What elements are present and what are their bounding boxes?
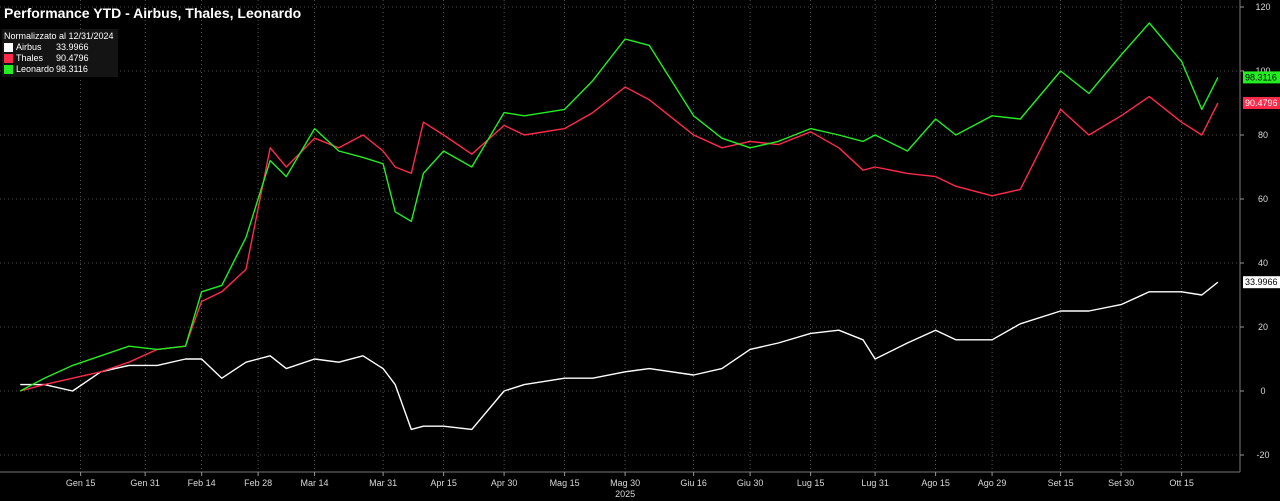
y-tick-label: 60 <box>1258 194 1268 204</box>
x-tick-label: Mag 30 <box>610 478 640 488</box>
x-tick-label: Mar 14 <box>301 478 329 488</box>
x-tick-label: Feb 14 <box>188 478 216 488</box>
x-tick-label: Apr 15 <box>430 478 457 488</box>
x-tick-label: Lug 15 <box>797 478 825 488</box>
badge-value-leonardo: 98.3116 <box>1245 72 1277 82</box>
legend-swatch-airbus <box>4 43 13 52</box>
series-line-leonardo <box>19 22 1219 392</box>
legend-item-airbus: Airbus 33.9966 <box>4 42 114 53</box>
x-tick-label: Apr 30 <box>491 478 518 488</box>
x-tick-label: Ott 15 <box>1169 478 1194 488</box>
badge-value-airbus: 33.9966 <box>1245 277 1278 287</box>
legend-name-thales: Thales <box>16 53 44 63</box>
y-tick-label: 80 <box>1258 130 1268 140</box>
chart-title: Performance YTD - Airbus, Thales, Leonar… <box>4 5 302 21</box>
series-line-thales <box>20 86 1219 392</box>
x-tick-label: Feb 28 <box>244 478 272 488</box>
x-tick-label: Giu 30 <box>737 478 764 488</box>
legend-note: Normalizzato al 12/31/2024 <box>4 31 114 41</box>
x-tick-label: Set 15 <box>1048 478 1074 488</box>
x-tick-label: Mar 31 <box>369 478 397 488</box>
grid-lines <box>0 0 1240 472</box>
y-tick-label: -20 <box>1256 450 1269 460</box>
legend-value-leonardo: 98.3116 <box>56 64 88 74</box>
y-tick-label: 40 <box>1258 258 1268 268</box>
chart-svg: Gen 15 Gen 31 Feb 14 Feb 28 Mar 14 Mar 31 Apr … <box>0 0 1280 499</box>
x-tick-label: Giu 16 <box>680 478 707 488</box>
x-tick-label: Mag 15 <box>550 478 580 488</box>
legend-value-thales: 90.4796 <box>56 53 89 63</box>
x-tick-label: Gen 31 <box>130 478 160 488</box>
series-lines <box>19 22 1219 431</box>
legend-item-thales: Thales 90.4796 <box>4 53 114 64</box>
y-axis: -20020406080100120 <box>1239 0 1271 472</box>
legend-item-leonardo: Leonardo 98.3116 <box>4 64 114 75</box>
x-tick-label: Ago 15 <box>921 478 950 488</box>
legend-name-leonardo: Leonardo <box>16 64 55 74</box>
legend-value-airbus: 33.9966 <box>56 42 89 52</box>
x-tick-label: Ago 29 <box>978 478 1007 488</box>
x-axis: Gen 15 Gen 31 Feb 14 Feb 28 Mar 14 Mar 31 Apr … <box>0 471 1240 499</box>
badge-value-thales: 90.4796 <box>1245 98 1278 108</box>
legend: Normalizzato al 12/31/2024 Airbus 33.996… <box>2 29 118 77</box>
legend-swatch-thales <box>4 54 13 63</box>
y-tick-label: 120 <box>1255 2 1270 12</box>
x-tick-label: Gen 15 <box>66 478 96 488</box>
last-value-badges: 33.9966 90.4796 98.3116 <box>1243 71 1280 289</box>
legend-name-airbus: Airbus <box>16 42 42 52</box>
x-year-label: 2025 <box>615 489 635 499</box>
y-tick-label: 20 <box>1258 322 1268 332</box>
x-tick-label: Lug 31 <box>861 478 889 488</box>
y-tick-label: 0 <box>1260 386 1265 396</box>
x-tick-label: Set 30 <box>1108 478 1134 488</box>
legend-swatch-leonardo <box>4 65 13 74</box>
